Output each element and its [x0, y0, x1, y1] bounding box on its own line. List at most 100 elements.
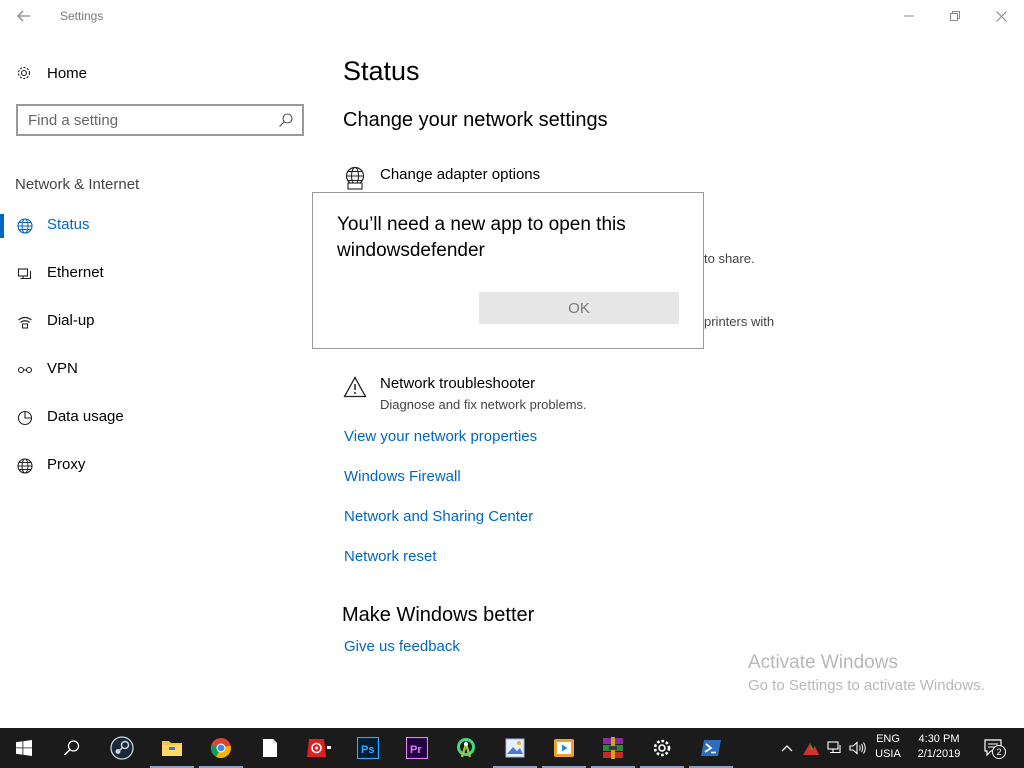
gear-icon — [16, 65, 32, 81]
home-label: Home — [47, 64, 88, 82]
taskbar-chrome[interactable] — [197, 728, 245, 768]
action-center-button[interactable]: 2 — [982, 737, 1006, 759]
close-button[interactable] — [978, 0, 1024, 32]
clock-time: 4:30 PM — [918, 733, 960, 745]
restore-icon — [950, 11, 960, 21]
clock[interactable]: 4:30 PM 2/1/2019 — [908, 732, 970, 762]
data-usage-icon — [16, 409, 34, 427]
sidebar-item-data-usage[interactable]: Data usage — [0, 400, 310, 448]
windows-logo-icon — [16, 740, 32, 756]
taskbar-red-app[interactable] — [295, 728, 343, 768]
chrome-icon — [210, 738, 231, 758]
sidebar-item-ethernet[interactable]: Ethernet — [0, 256, 310, 304]
document-icon — [263, 739, 277, 757]
svg-text:Ps: Ps — [361, 744, 374, 756]
sidebar-item-label: Ethernet — [47, 264, 104, 281]
taskbar: Ps Pr ENG USIA 4:30 PM 2/1/2019 2 — [0, 728, 1024, 768]
feedback-link[interactable]: Give us feedback — [344, 638, 460, 655]
ok-button[interactable]: OK — [479, 292, 679, 324]
sidebar-nav: Status Ethernet Dial-up VPN Data usage P — [0, 208, 310, 496]
red-green-tray-icon — [803, 743, 819, 755]
search-input[interactable] — [18, 106, 268, 134]
globe-icon — [16, 217, 34, 235]
indicator — [0, 406, 4, 430]
sidebar-item-proxy[interactable]: Proxy — [0, 448, 310, 496]
input-language-indicator[interactable]: ENG USIA — [870, 732, 906, 762]
home-link[interactable]: Home — [16, 62, 87, 84]
taskbar-media-player[interactable] — [540, 728, 588, 768]
indicator — [0, 262, 4, 286]
sidebar-item-label: VPN — [47, 360, 78, 377]
winrar-icon — [603, 737, 623, 759]
sidebar-item-status[interactable]: Status — [0, 208, 310, 256]
setting-description: Diagnose and fix network problems. — [380, 397, 587, 412]
windows-firewall-link[interactable]: Windows Firewall — [344, 468, 461, 485]
sidebar-item-label: Data usage — [47, 408, 124, 425]
taskbar-file-explorer[interactable] — [148, 728, 196, 768]
search-box[interactable] — [16, 104, 304, 136]
taskbar-photoshop[interactable]: Ps — [344, 728, 392, 768]
media-player-icon — [554, 739, 574, 757]
page-title: Status — [343, 56, 420, 86]
taskbar-document[interactable] — [246, 728, 294, 768]
svg-text:Pr: Pr — [410, 744, 422, 756]
taskbar-premiere[interactable]: Pr — [393, 728, 441, 768]
speaker-icon — [849, 741, 866, 755]
show-hidden-icons-button[interactable] — [777, 738, 797, 758]
red-app-icon — [307, 739, 331, 757]
proxy-globe-icon — [16, 457, 34, 475]
clock-date: 2/1/2019 — [917, 748, 961, 760]
window-title: Settings — [60, 9, 104, 23]
taskbar-powershell[interactable] — [687, 728, 735, 768]
chevron-up-icon — [781, 745, 793, 752]
title-bar: Settings — [0, 0, 1024, 32]
taskbar-steam[interactable] — [98, 728, 146, 768]
taskbar-winrar[interactable] — [589, 728, 637, 768]
back-arrow-icon — [17, 10, 30, 22]
minimize-button[interactable] — [886, 0, 932, 32]
back-button[interactable] — [8, 4, 40, 28]
start-button[interactable] — [0, 728, 48, 768]
section-title: Change your network settings — [343, 109, 608, 131]
make-windows-better-title: Make Windows better — [342, 604, 535, 626]
premiere-icon: Pr — [406, 737, 428, 759]
search-button[interactable] — [48, 728, 96, 768]
setting-title: Change adapter options — [380, 166, 541, 183]
taskbar-android-studio[interactable] — [442, 728, 490, 768]
photoshop-icon: Ps — [357, 737, 379, 759]
vpn-icon — [16, 361, 34, 379]
tray-app-icon[interactable] — [801, 738, 821, 758]
sidebar-item-label: Proxy — [47, 456, 86, 473]
search-icon[interactable] — [278, 112, 294, 128]
sidebar-item-label: Dial-up — [47, 312, 95, 329]
search-icon — [63, 740, 80, 756]
close-icon — [995, 10, 1007, 22]
network-reset-link[interactable]: Network reset — [344, 548, 437, 565]
volume-tray-icon[interactable] — [848, 738, 868, 758]
activation-watermark-text: Go to Settings to activate Windows. — [748, 677, 985, 694]
folder-icon — [162, 741, 182, 756]
dialup-icon — [16, 313, 34, 331]
section-label: Network & Internet — [15, 176, 140, 193]
sidebar-item-vpn[interactable]: VPN — [0, 352, 310, 400]
minimize-icon — [904, 15, 914, 17]
taskbar-settings[interactable] — [638, 728, 686, 768]
sidebar-item-dial-up[interactable]: Dial-up — [0, 304, 310, 352]
network-tray-icon[interactable] — [825, 738, 845, 758]
view-network-properties-link[interactable]: View your network properties — [344, 428, 537, 445]
keyboard-layout: USIA — [875, 748, 901, 760]
adapter-globe-icon — [345, 166, 365, 190]
warning-icon — [343, 376, 367, 398]
network-sharing-center-link[interactable]: Network and Sharing Center — [344, 508, 533, 525]
taskbar-image-viewer[interactable] — [491, 728, 539, 768]
indicator — [0, 310, 4, 334]
restore-button[interactable] — [932, 0, 978, 32]
language-code: ENG — [876, 733, 900, 745]
partial-text: printers with — [704, 314, 775, 329]
activation-watermark-title: Activate Windows — [748, 652, 898, 673]
ethernet-icon — [16, 265, 34, 283]
indicator — [0, 454, 4, 478]
app-needed-dialog: You’ll need a new app to open this windo… — [312, 192, 704, 349]
notification-count-badge: 2 — [992, 745, 1006, 759]
partial-text: to share. — [704, 251, 755, 266]
